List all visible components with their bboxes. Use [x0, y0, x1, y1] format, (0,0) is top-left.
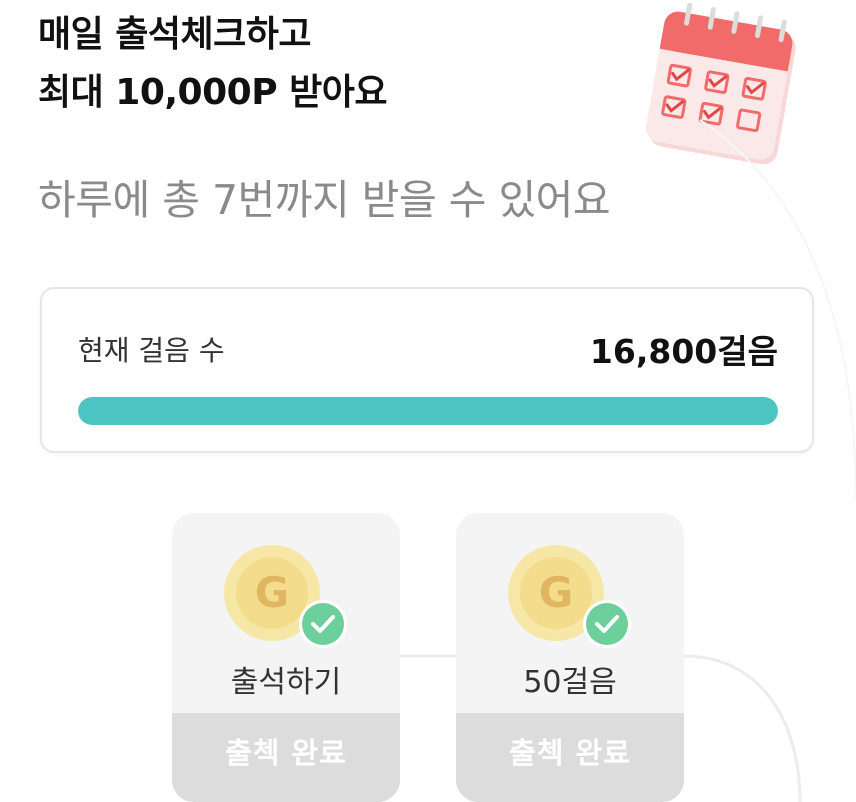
page-title: 매일 출석체크하고 최대 10,000P 받아요 [38, 6, 387, 122]
current-steps-card: 현재 걸음 수 16,800걸음 [40, 287, 814, 453]
attendance-complete-button[interactable]: 출첵 완료 [456, 713, 684, 802]
steps-progress-fill [78, 397, 778, 425]
title-line-1: 매일 출석체크하고 [38, 14, 311, 55]
svg-text:G: G [539, 568, 573, 617]
reward-card-attendance[interactable]: G 출석하기 출첵 완료 [172, 513, 400, 802]
calendar-checklist-icon [645, 2, 796, 165]
title-line-2: 최대 10,000P 받아요 [38, 72, 387, 113]
svg-text:G: G [255, 568, 289, 617]
reward-label: 출석하기 [230, 665, 342, 700]
reward-label: 50걸음 [523, 665, 617, 700]
attendance-complete-button[interactable]: 출첵 완료 [172, 713, 400, 802]
check-circle-icon [299, 600, 347, 648]
current-steps-value: 16,800걸음 [589, 332, 778, 371]
steps-progress-bar [78, 397, 778, 425]
check-circle-icon [583, 600, 631, 648]
current-steps-label: 현재 걸음 수 [78, 334, 225, 367]
reward-card-50-steps[interactable]: G 50걸음 출첵 완료 [456, 513, 684, 802]
page-subtitle: 하루에 총 7번까지 받을 수 있어요 [38, 176, 611, 224]
